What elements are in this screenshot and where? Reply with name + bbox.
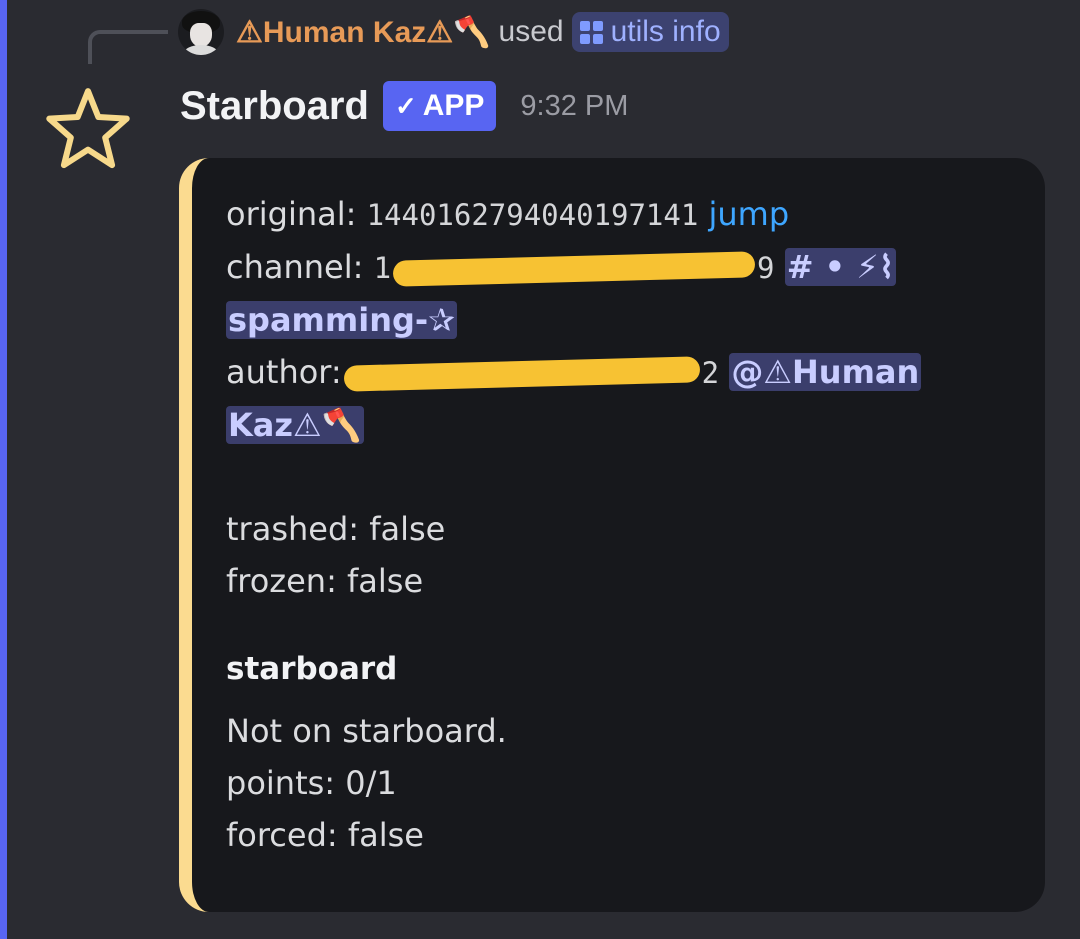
message-header: Starboard ✓ APP 9:32 PM [180, 78, 628, 134]
author-id-end: 2 [701, 356, 720, 390]
app-badge: ✓ APP [382, 81, 497, 131]
channel-line-wrap: spamming-✰ [226, 294, 1026, 346]
reply-spine [88, 30, 168, 64]
avatar-face [190, 23, 212, 47]
forced-line: forced: false [226, 816, 424, 854]
reply-username[interactable]: ⚠Human Kaz⚠🪓 [236, 15, 491, 50]
redaction-mark [343, 356, 700, 392]
channel-label: channel: [226, 248, 364, 286]
command-chip[interactable]: utils info [571, 12, 729, 52]
message-highlight-bar [0, 0, 7, 939]
jump-link[interactable]: jump [708, 195, 789, 233]
channel-id-start: 1 [373, 251, 392, 285]
channel-line: channel: 1 9 # • ⚡⌇ [226, 241, 1026, 294]
channel-id-end: 9 [757, 251, 775, 285]
channel-mention-continued[interactable]: spamming-✰ [226, 301, 457, 339]
bot-name[interactable]: Starboard [180, 84, 369, 129]
avatar-body [184, 45, 218, 55]
original-id: 1440162794040197141 [366, 198, 699, 232]
trashed-line: trashed: false [226, 510, 446, 548]
checkmark-icon: ✓ [394, 90, 417, 121]
frozen-line: frozen: false [226, 562, 424, 600]
reply-used-text: used [498, 15, 564, 48]
points-line: points: 0/1 [226, 764, 397, 802]
grid-icon [579, 20, 603, 44]
app-badge-label: APP [422, 89, 485, 122]
author-mention-continued[interactable]: Kaz⚠🪓 [226, 406, 364, 444]
author-line-wrap: Kaz⚠🪓 [226, 399, 1026, 451]
message-timestamp[interactable]: 9:32 PM [520, 90, 628, 123]
original-label: original: [226, 195, 357, 233]
author-mention[interactable]: @⚠Human [729, 353, 922, 391]
reply-context[interactable]: ⚠Human Kaz⚠🪓 used utils info [178, 6, 729, 58]
command-name: utils info [610, 15, 721, 48]
author-line: author: 2 @⚠Human [226, 346, 1026, 399]
original-line: original: 1440162794040197141 jump [226, 188, 1026, 241]
starboard-status: Not on starboard. [226, 712, 507, 750]
redaction-mark [392, 251, 756, 287]
author-label: author: [226, 353, 342, 391]
embed-body: original: 1440162794040197141 jump chann… [226, 188, 1026, 861]
info-embed: original: 1440162794040197141 jump chann… [179, 158, 1045, 912]
reply-user-avatar[interactable] [178, 9, 224, 55]
channel-mention[interactable]: # • ⚡⌇ [784, 248, 897, 286]
starboard-section-title: starboard [226, 651, 398, 687]
star-outline-icon[interactable] [45, 86, 131, 172]
